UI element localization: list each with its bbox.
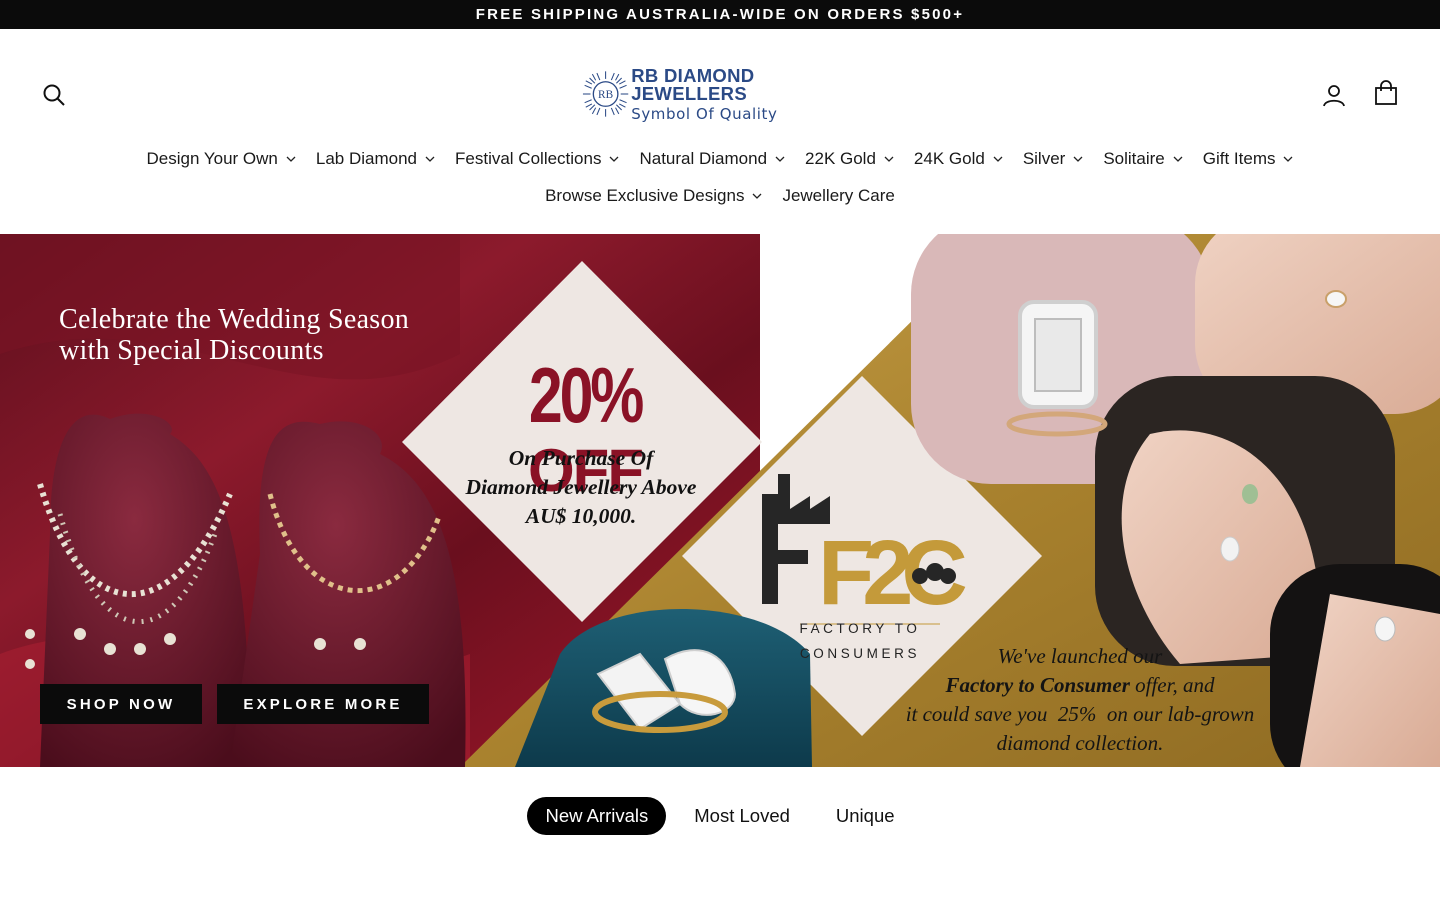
- chevron-down-icon: [286, 156, 296, 162]
- nav-item-label: Natural Diamond: [639, 149, 768, 168]
- site-logo[interactable]: RB RB DIAMOND JEWELLERS Symbol Of Qualit…: [582, 64, 862, 123]
- logo-name: RB DIAMOND JEWELLERS: [631, 64, 755, 104]
- primary-nav-row-1: Design Your Own Lab Diamond Festival Colle…: [0, 147, 1440, 171]
- explore-more-button[interactable]: EXPLORE MORE: [217, 684, 429, 724]
- announcement-text: FREE SHIPPING AUSTRALIA-WIDE ON ORDERS $…: [475, 6, 965, 23]
- search-button[interactable]: [38, 79, 70, 111]
- chevron-down-icon: [1284, 156, 1293, 162]
- primary-nav-row-2: Browse Exclusive Designs Jewellery Care: [0, 184, 1440, 208]
- chevron-down-icon: [993, 156, 1003, 162]
- chevron-down-icon: [610, 156, 619, 162]
- tab-unique[interactable]: Unique: [818, 797, 913, 835]
- nav-item-label: 22K Gold: [805, 149, 876, 168]
- hero-banner[interactable]: F2C Celebrate the Wedding Season with Sp…: [0, 234, 1440, 767]
- nav-item-solitaire[interactable]: Solitaire: [1093, 147, 1192, 171]
- account-button[interactable]: [1318, 79, 1350, 111]
- chevron-down-icon: [425, 156, 435, 162]
- cart-button[interactable]: [1370, 77, 1402, 109]
- nav-item-label: Design Your Own: [146, 149, 278, 168]
- hero-heading: Celebrate the Wedding Season with Specia…: [59, 304, 519, 366]
- nav-item-label: Jewellery Care: [782, 186, 895, 205]
- hero-heading-line-1: Celebrate the Wedding Season: [59, 304, 410, 335]
- nav-item-natural-diamond[interactable]: Natural Diamond: [629, 147, 795, 171]
- chevron-down-icon: [1173, 156, 1183, 162]
- offer-line-3: it could save you 25% on our lab-grown: [905, 702, 1255, 726]
- chevron-down-icon: [752, 193, 762, 199]
- nav-item-festival-collections[interactable]: Festival Collections: [445, 147, 629, 171]
- nav-item-label: Solitaire: [1103, 149, 1165, 168]
- offer-line-4: diamond collection.: [996, 731, 1164, 755]
- chevron-down-icon: [884, 156, 894, 162]
- nav-item-label: Silver: [1022, 149, 1066, 168]
- f2c-offer-text: We've launched our Factory to Consumer o…: [880, 642, 1280, 758]
- tab-new-arrivals[interactable]: New Arrivals: [527, 797, 667, 835]
- site-header: RB RB DIAMOND JEWELLERS Symbol Of Qualit…: [0, 29, 1440, 234]
- nav-item-jewellery-care[interactable]: Jewellery Care: [772, 184, 904, 208]
- tab-most-loved[interactable]: Most Loved: [676, 797, 808, 835]
- collection-tabs: New Arrivals Most Loved Unique: [0, 797, 1440, 835]
- promo-line-1: On Purchase Of: [508, 446, 654, 470]
- offer-line-2: Factory to Consumer offer, and: [880, 671, 1280, 700]
- nav-item-label: Festival Collections: [455, 149, 602, 168]
- nav-item-22k-gold[interactable]: 22K Gold: [795, 147, 904, 171]
- announcement-bar: FREE SHIPPING AUSTRALIA-WIDE ON ORDERS $…: [0, 0, 1440, 29]
- offer-line-2-bold: Factory to Consumer: [945, 673, 1130, 697]
- chevron-down-icon: [1073, 156, 1083, 162]
- promo-condition: On Purchase Of Diamond Jewellery Above A…: [446, 444, 716, 531]
- offer-line-2-rest: offer, and: [1129, 673, 1215, 697]
- f2c-caption-line-1: FACTORY TO: [799, 621, 921, 636]
- promo-percent: 20%: [528, 351, 645, 439]
- nav-item-24k-gold[interactable]: 24K Gold: [904, 147, 1013, 171]
- chevron-down-icon: [775, 156, 785, 162]
- nav-item-design-your-own[interactable]: Design Your Own: [137, 147, 306, 171]
- shop-now-button[interactable]: SHOP NOW: [40, 684, 202, 724]
- logo-mark: RB: [582, 71, 629, 117]
- promo-line-3: AU$ 10,000.: [525, 504, 637, 528]
- nav-item-gift-items[interactable]: Gift Items: [1193, 147, 1304, 171]
- nav-item-lab-diamond[interactable]: Lab Diamond: [306, 147, 445, 171]
- nav-item-label: Lab Diamond: [315, 149, 418, 168]
- logo-tagline: Symbol Of Quality: [631, 104, 778, 123]
- nav-item-label: Browse Exclusive Designs: [545, 186, 745, 205]
- nav-item-silver[interactable]: Silver: [1013, 147, 1094, 171]
- account-icon: [1323, 85, 1345, 107]
- nav-item-label: Gift Items: [1202, 149, 1276, 168]
- cart-icon: [1375, 80, 1397, 105]
- promo-line-2: Diamond Jewellery Above: [465, 475, 697, 499]
- search-icon: [43, 84, 65, 106]
- offer-line-1: We've launched our: [997, 644, 1163, 668]
- nav-item-browse-exclusive-designs[interactable]: Browse Exclusive Designs: [535, 184, 772, 208]
- nav-item-label: 24K Gold: [913, 149, 985, 168]
- hero-heading-line-2: with Special Discounts: [59, 335, 324, 366]
- logo-initials: RB: [598, 89, 613, 101]
